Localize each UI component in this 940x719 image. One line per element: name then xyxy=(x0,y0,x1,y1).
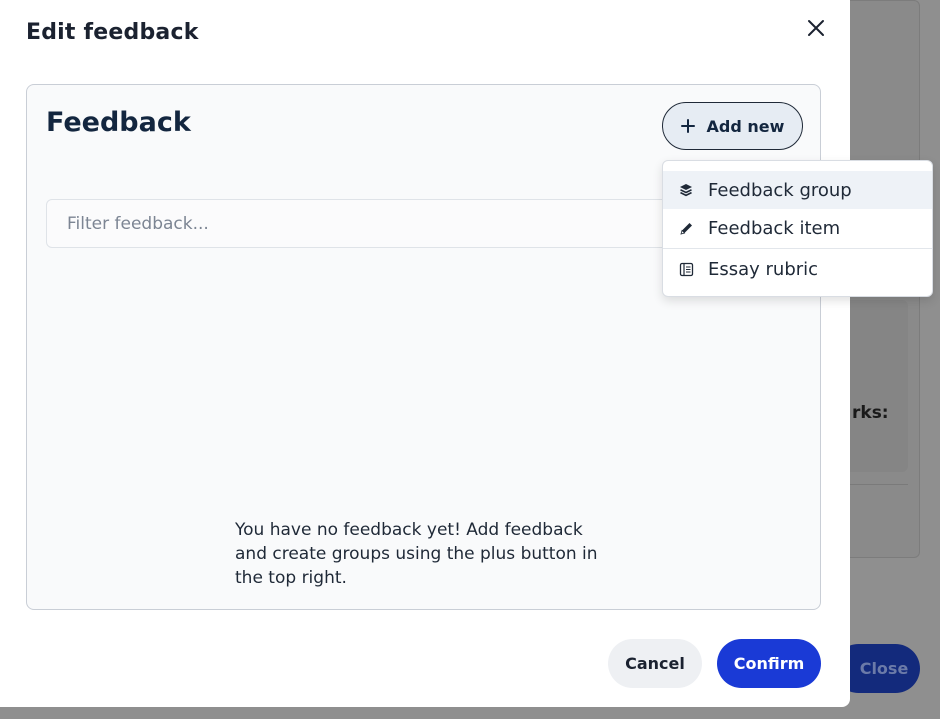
close-button[interactable] xyxy=(802,14,830,42)
add-new-label: Add new xyxy=(706,116,785,136)
panel-title: Feedback xyxy=(46,107,191,138)
modal-title: Edit feedback xyxy=(26,20,199,45)
add-new-button[interactable]: Add new xyxy=(662,102,803,150)
background-marks-label: rks: xyxy=(852,403,889,423)
background-divider xyxy=(850,484,908,485)
menu-item-feedback-group[interactable]: Feedback group xyxy=(663,171,932,209)
filter-feedback-input[interactable] xyxy=(46,199,686,248)
empty-state-message: You have no feedback yet! Add feedback a… xyxy=(235,520,598,588)
menu-item-feedback-item[interactable]: Feedback item xyxy=(663,209,932,247)
plus-icon xyxy=(680,119,695,133)
add-new-menu: Feedback group Feedback item Essay rubri… xyxy=(662,160,933,297)
pencil-icon xyxy=(678,220,694,236)
close-icon xyxy=(808,20,824,36)
layers-icon xyxy=(678,182,694,198)
menu-item-label: Feedback group xyxy=(708,179,852,201)
edit-feedback-modal: Edit feedback Feedback Add new You have … xyxy=(0,0,850,707)
rubric-icon xyxy=(678,261,694,277)
menu-item-label: Essay rubric xyxy=(708,258,819,280)
menu-item-essay-rubric[interactable]: Essay rubric xyxy=(663,249,932,289)
cancel-button[interactable]: Cancel xyxy=(608,639,702,688)
confirm-button[interactable]: Confirm xyxy=(717,639,821,688)
menu-item-label: Feedback item xyxy=(708,217,841,239)
